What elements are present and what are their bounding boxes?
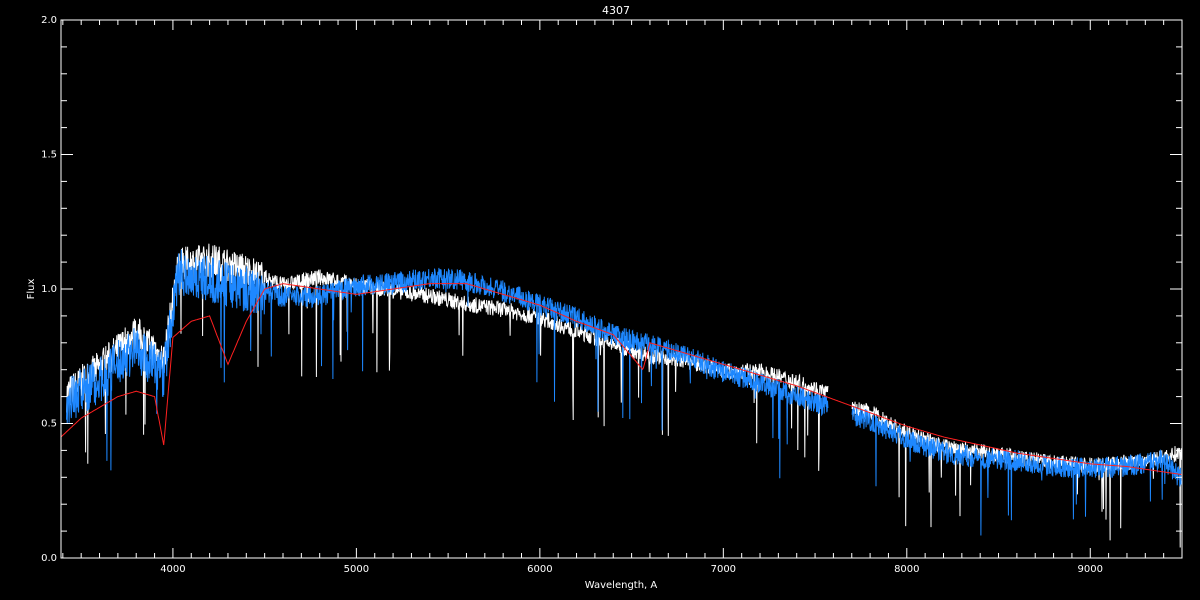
- chart-title: 4307: [602, 4, 630, 17]
- x-tick-label: 9000: [1078, 564, 1103, 575]
- x-tick-label: 4000: [160, 564, 185, 575]
- y-tick-label: 1.0: [41, 284, 57, 295]
- chart-background: [0, 0, 1200, 600]
- x-tick-label: 6000: [527, 564, 552, 575]
- y-tick-label: 1.5: [41, 150, 57, 161]
- x-tick-label: 8000: [894, 564, 919, 575]
- spectrum-chart: 4307 4000 5000 6000 7000 8000 9000 0.0 0.5 1.0 1.…: [0, 0, 1200, 600]
- x-tick-label: 5000: [344, 564, 369, 575]
- x-axis-label: Wavelength, A: [585, 580, 658, 591]
- y-tick-label: 0.0: [41, 553, 57, 564]
- y-tick-label: 2.0: [41, 15, 57, 26]
- y-tick-label: 0.5: [41, 419, 57, 430]
- y-axis-label: Flux: [26, 279, 37, 300]
- x-tick-label: 7000: [711, 564, 736, 575]
